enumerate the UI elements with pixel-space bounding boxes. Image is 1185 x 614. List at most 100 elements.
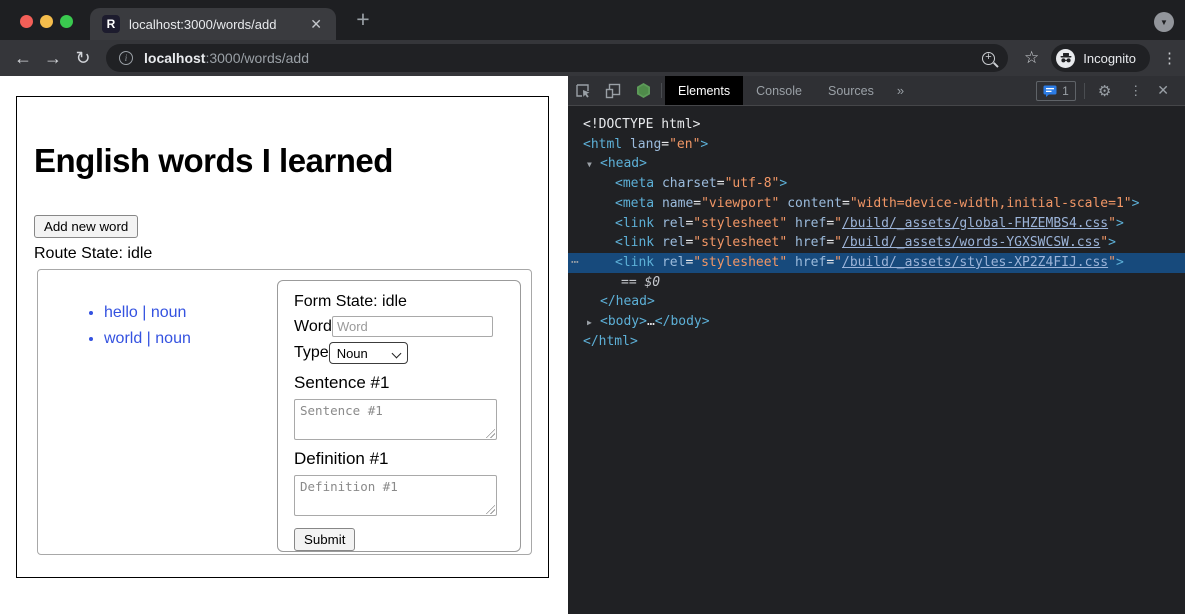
code-token-val: "stylesheet" xyxy=(693,255,787,270)
code-token-plain: <!DOCTYPE html> xyxy=(583,117,700,132)
code-token-plain: = xyxy=(717,176,725,191)
add-word-form: Form State: idle Word Type Noun xyxy=(277,280,521,552)
code-token-tag: <link xyxy=(615,235,654,250)
code-token-attr: charset xyxy=(662,176,717,191)
code-token-tag: <body> xyxy=(600,314,647,329)
code-token-plain: = xyxy=(661,137,669,152)
dom-tree-line[interactable]: <!DOCTYPE html> xyxy=(568,115,1185,135)
dom-tree-line[interactable]: <link rel="stylesheet" href="/build/_ass… xyxy=(568,214,1185,234)
code-token-dollar: == $0 xyxy=(621,275,660,290)
more-tabs-icon[interactable]: » xyxy=(887,76,914,105)
code-token-val: "width=device-width,initial-scale=1" xyxy=(850,196,1132,211)
browser-window: R localhost:3000/words/add ✕ + ▼ ← → ↻ i… xyxy=(0,0,1185,614)
type-select[interactable]: Noun xyxy=(329,342,408,364)
browser-menu-icon[interactable]: ⋮ xyxy=(1162,49,1177,67)
dom-tree-line[interactable]: </html> xyxy=(568,332,1185,352)
console-message-icon xyxy=(1043,85,1057,97)
tab-elements[interactable]: Elements xyxy=(665,76,743,105)
tab-title: localhost:3000/words/add xyxy=(129,17,299,32)
back-button[interactable]: ← xyxy=(8,48,38,69)
word-input[interactable] xyxy=(332,316,493,337)
dom-tree-line[interactable]: <link rel="stylesheet" href="/build/_ass… xyxy=(568,233,1185,253)
dom-tree-line[interactable]: ▶<body>…</body> xyxy=(568,312,1185,332)
code-token-attr: rel xyxy=(662,235,685,250)
console-messages-badge[interactable]: 1 xyxy=(1036,81,1076,101)
device-toolbar-icon[interactable] xyxy=(598,76,628,105)
dom-tree-line[interactable]: <meta name="viewport" content="width=dev… xyxy=(568,194,1185,214)
word-field-label: Word xyxy=(294,318,332,336)
devtools-toolbar: Elements Console Sources » 1 ⚙ ⋮ ✕ xyxy=(568,76,1185,106)
url-host: localhost xyxy=(144,50,205,66)
tab-close-icon[interactable]: ✕ xyxy=(308,16,324,33)
code-token-plain xyxy=(654,216,662,231)
minimize-window-button[interactable] xyxy=(40,15,53,28)
code-token-tag: </html> xyxy=(583,334,638,349)
ellipsis-menu-icon[interactable]: ⋯ xyxy=(571,253,579,273)
code-token-attr: name xyxy=(662,196,693,211)
word-link-world[interactable]: world | noun xyxy=(104,330,191,347)
dom-tree-line[interactable]: == $0 xyxy=(568,273,1185,293)
code-token-link: /build/_assets/styles-XP2Z4FIJ.css xyxy=(842,255,1108,270)
sentence-textarea[interactable] xyxy=(294,399,497,440)
dom-tree-line[interactable]: <meta charset="utf-8"> xyxy=(568,174,1185,194)
definition-textarea-wrap xyxy=(294,475,497,516)
words-panel: hello | noun world | noun Form State: id… xyxy=(37,269,532,555)
code-token-tag: <head> xyxy=(600,156,647,171)
zoom-icon[interactable]: + xyxy=(982,52,995,65)
code-token-plain xyxy=(622,137,630,152)
add-new-word-button[interactable]: Add new word xyxy=(34,215,138,238)
definition-textarea[interactable] xyxy=(294,475,497,516)
url-text: localhost:3000/words/add xyxy=(144,50,309,66)
tab-sources[interactable]: Sources xyxy=(815,76,887,105)
dom-tree: <!DOCTYPE html> <html lang="en">▼ <head> <m… xyxy=(568,106,1185,614)
bookmark-star-icon[interactable]: ☆ xyxy=(1024,48,1039,68)
site-info-icon[interactable]: i xyxy=(119,51,133,65)
new-tab-button[interactable]: + xyxy=(349,6,377,33)
devtools-menu-icon[interactable]: ⋮ xyxy=(1120,83,1151,99)
expander-open-icon[interactable]: ▼ xyxy=(587,155,592,175)
dom-tree-line[interactable]: ▼ <head> xyxy=(568,154,1185,174)
code-token-plain xyxy=(654,255,662,270)
form-state-text: Form State: idle xyxy=(294,293,504,311)
address-bar[interactable]: i localhost:3000/words/add + xyxy=(106,44,1008,72)
code-token-val: "utf-8" xyxy=(725,176,780,191)
code-token-tag: <meta xyxy=(615,196,654,211)
code-token-tag: > xyxy=(1132,196,1140,211)
tab-strip: R localhost:3000/words/add ✕ + ▼ xyxy=(0,0,1185,40)
word-link-hello[interactable]: hello | noun xyxy=(104,304,186,321)
code-token-val: "stylesheet" xyxy=(693,216,787,231)
close-window-button[interactable] xyxy=(20,15,33,28)
expander-closed-icon[interactable]: ▶ xyxy=(587,313,592,333)
code-token-link: /build/_assets/words-YGXSWCSW.css xyxy=(842,235,1100,250)
devtools-close-icon[interactable]: ✕ xyxy=(1151,82,1179,99)
submit-button[interactable]: Submit xyxy=(294,528,355,551)
app-container: English words I learned Add new word Rou… xyxy=(16,96,549,578)
code-token-val: "stylesheet" xyxy=(693,235,787,250)
reload-button[interactable]: ↻ xyxy=(68,48,98,69)
incognito-icon xyxy=(1056,49,1075,68)
node-devtools-icon[interactable] xyxy=(628,76,658,105)
browser-tab[interactable]: R localhost:3000/words/add ✕ xyxy=(90,8,336,40)
dom-tree-line[interactable]: ⋯<link rel="stylesheet" href="/build/_as… xyxy=(568,253,1185,273)
code-token-val: " xyxy=(834,235,842,250)
code-token-attr: rel xyxy=(662,216,685,231)
tab-search-button[interactable]: ▼ xyxy=(1154,12,1174,32)
code-token-val: " xyxy=(1108,216,1116,231)
web-page: English words I learned Add new word Rou… xyxy=(0,76,568,614)
dom-tree-line[interactable]: <html lang="en"> xyxy=(568,135,1185,155)
tab-console[interactable]: Console xyxy=(743,76,815,105)
code-token-plain: = xyxy=(842,196,850,211)
console-message-count: 1 xyxy=(1062,84,1069,98)
dom-tree-line[interactable]: </head> xyxy=(568,292,1185,312)
maximize-window-button[interactable] xyxy=(60,15,73,28)
sentence-label: Sentence #1 xyxy=(294,373,504,393)
type-select-wrap: Noun xyxy=(329,342,408,364)
devtools-settings-icon[interactable]: ⚙ xyxy=(1089,82,1120,100)
code-token-attr: content xyxy=(787,196,842,211)
code-token-link: /build/_assets/global-FHZEMBS4.css xyxy=(842,216,1108,231)
inspect-element-icon[interactable] xyxy=(568,76,598,105)
remix-favicon-icon: R xyxy=(102,15,120,33)
forward-button[interactable]: → xyxy=(38,48,68,69)
code-token-plain xyxy=(787,255,795,270)
code-token-val: "viewport" xyxy=(701,196,779,211)
